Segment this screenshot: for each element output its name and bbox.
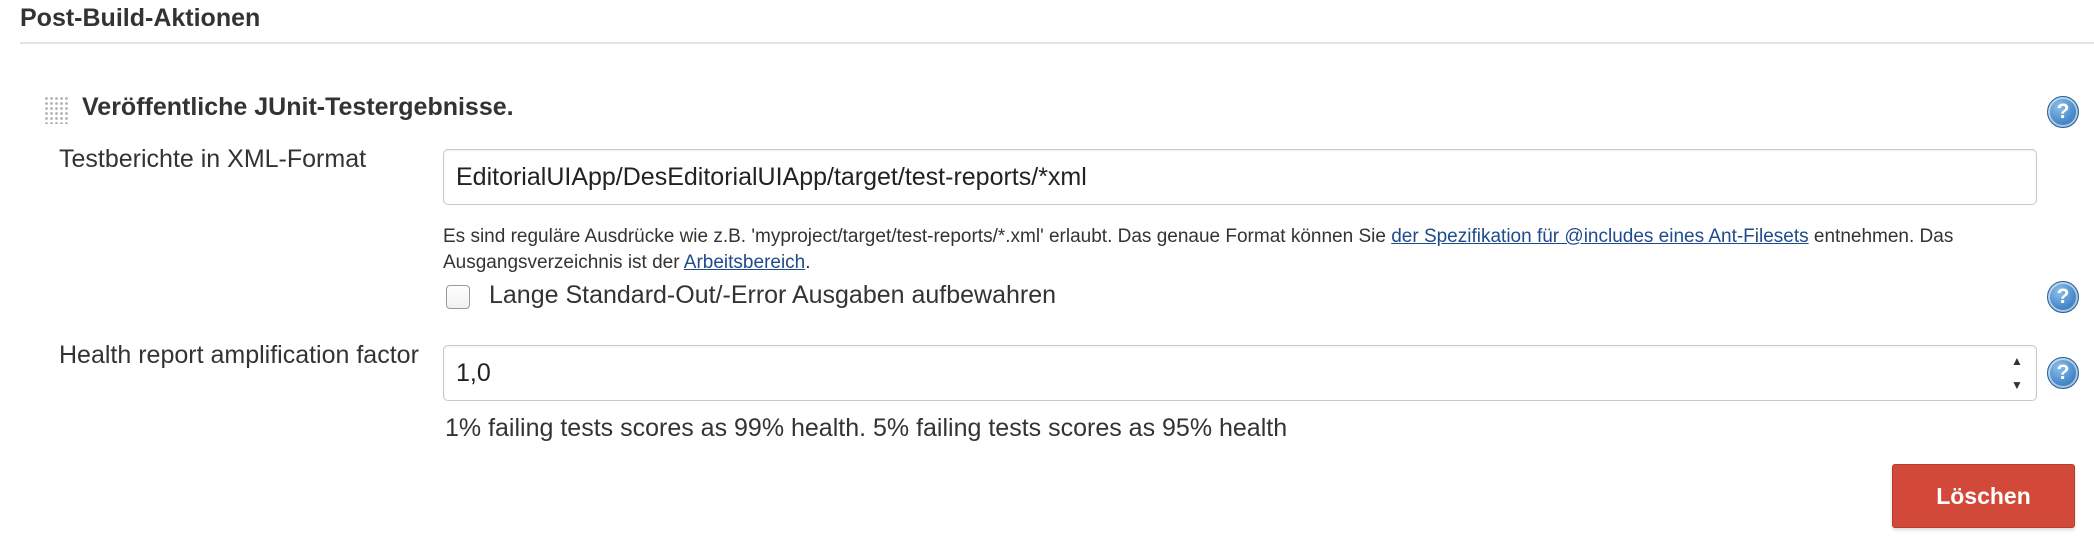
description-text-1: Es sind reguläre Ausdrücke wie z.B. 'myp…: [443, 226, 1392, 247]
health-factor-hint: 1% failing tests scores as 99% health. 5…: [445, 414, 1288, 442]
description-text-3: .: [805, 252, 811, 273]
delete-button[interactable]: Löschen: [1892, 464, 2075, 528]
ant-fileset-spec-link[interactable]: der Spezifikation für @includes eines An…: [1391, 226, 1808, 247]
test-reports-description: Es sind reguläre Ausdrücke wie z.B. 'myp…: [443, 224, 2043, 276]
post-build-actions-page: Post-Build-Aktionen Veröffentliche JUnit…: [0, 0, 2094, 538]
section-divider: [20, 42, 2094, 44]
help-icon-glyph: ?: [2056, 99, 2070, 123]
help-icon[interactable]: ?: [2047, 96, 2079, 128]
help-icon-glyph: ?: [2056, 360, 2070, 384]
workspace-link[interactable]: Arbeitsbereich: [684, 252, 805, 273]
chevron-up-icon[interactable]: ▲: [2011, 354, 2023, 368]
help-icon[interactable]: ?: [2047, 357, 2079, 389]
chevron-down-icon[interactable]: ▼: [2011, 378, 2023, 392]
test-reports-label: Testberichte in XML-Format: [59, 145, 367, 173]
keep-long-output-checkbox[interactable]: [446, 285, 470, 309]
health-factor-stepper[interactable]: ▲ ▼: [2008, 354, 2026, 392]
health-factor-input[interactable]: [443, 345, 2037, 401]
section-title: Post-Build-Aktionen: [20, 4, 261, 32]
drag-handle-icon[interactable]: [44, 96, 68, 124]
health-factor-label: Health report amplification factor: [59, 341, 419, 369]
test-reports-input[interactable]: [443, 149, 2037, 205]
help-icon-glyph: ?: [2056, 284, 2070, 308]
help-icon[interactable]: ?: [2047, 281, 2079, 313]
keep-long-output-label[interactable]: Lange Standard-Out/-Error Ausgaben aufbe…: [489, 281, 1056, 310]
junit-block-title: Veröffentliche JUnit-Testergebnisse.: [82, 93, 514, 121]
